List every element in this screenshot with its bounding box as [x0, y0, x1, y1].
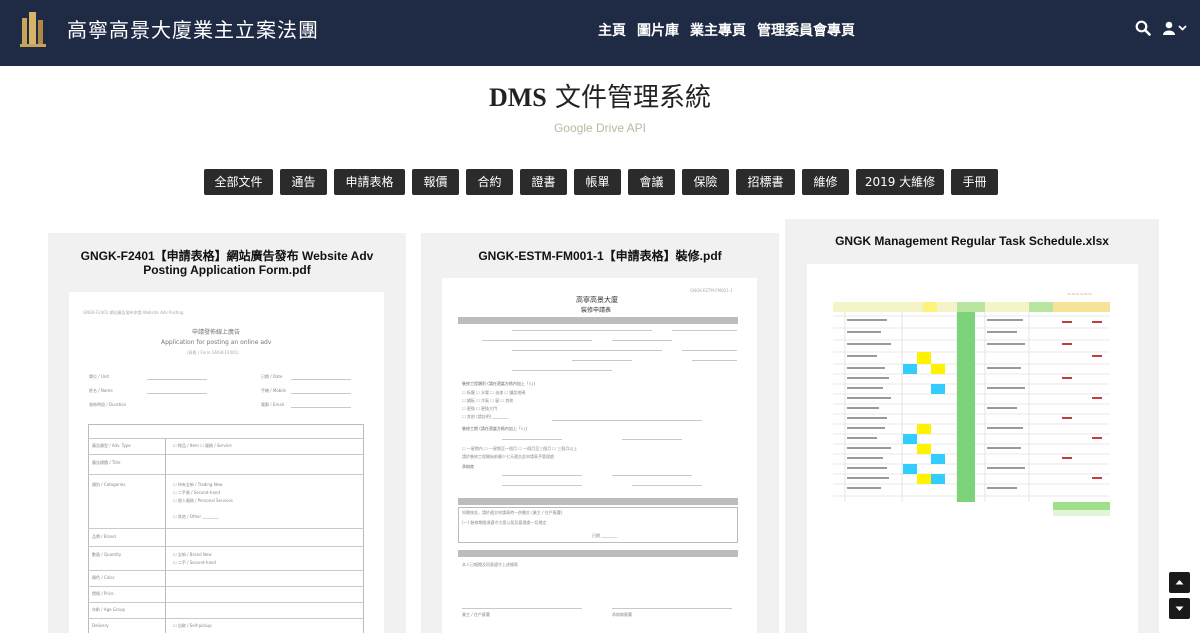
- building-logo-icon[interactable]: [18, 10, 48, 48]
- chevron-down-icon: [1178, 25, 1187, 31]
- category-button-meetings[interactable]: 會議: [628, 169, 675, 195]
- category-button-repairs[interactable]: 維修: [802, 169, 849, 195]
- scroll-down-button[interactable]: [1169, 598, 1190, 619]
- spreadsheet-preview: ~~~~~~: [833, 292, 1110, 516]
- main-nav: 主頁 圖片庫 業主專頁 管理委員會專頁: [598, 20, 855, 40]
- preview-row-label: 價格 / Price: [92, 591, 114, 596]
- document-preview[interactable]: GNGK-ESTM-FM001-1 高寧高景大廈 裝修申請表 裝修工程類別 (請…: [442, 278, 757, 633]
- scroll-up-button[interactable]: [1169, 572, 1190, 593]
- search-icon[interactable]: [1135, 20, 1151, 36]
- document-card[interactable]: GNGK Management Regular Task Schedule.xl…: [785, 219, 1159, 633]
- preview-row-label: 品牌 / Brand: [92, 534, 116, 539]
- preview-field: 單位 / Unit: [89, 374, 110, 379]
- document-preview[interactable]: ~~~~~~: [807, 264, 1138, 633]
- category-button-bills[interactable]: 帳單: [574, 169, 621, 195]
- preview-row-label: 數量 / Quantity: [92, 552, 122, 557]
- site-title[interactable]: 高寧高景大廈業主立案法團: [67, 14, 319, 43]
- category-button-notices[interactable]: 通告: [280, 169, 327, 195]
- top-navbar: 高寧高景大廈業主立案法團 主頁 圖片庫 業主專頁 管理委員會專頁: [0, 0, 1200, 66]
- category-filter-bar: 全部文件 通告 申請表格 報價 合約 證書 帳單 會議 保險 招標書 維修 20…: [204, 169, 998, 195]
- preview-row-label: 顏色 / Color: [92, 575, 115, 580]
- page-title: DMS 文件管理系統: [0, 77, 1200, 114]
- document-title[interactable]: GNGK-ESTM-FM001-1【申請表格】裝修.pdf: [421, 249, 779, 263]
- document-preview[interactable]: GNGK-F2401 網站廣告發布申請 Website Adv Posting …: [69, 292, 384, 633]
- preview-field: 姓名 / Name: [89, 388, 113, 393]
- nav-gallery[interactable]: 圖片庫: [637, 20, 679, 40]
- nav-home[interactable]: 主頁: [598, 20, 626, 40]
- arrow-up-icon: [1175, 580, 1184, 585]
- preview-heading: 高寧高景大廈: [576, 296, 618, 304]
- arrow-down-icon: [1175, 606, 1184, 611]
- preview-field: 電郵 / Email: [261, 402, 284, 407]
- header-icons: [1135, 20, 1187, 36]
- preview-field: 手機 / Mobile: [261, 388, 287, 393]
- svg-text:~~~~~~: ~~~~~~: [1067, 292, 1092, 298]
- preview-heading-en: Application for posting an online adv: [161, 339, 272, 346]
- document-card[interactable]: GNGK-ESTM-FM001-1【申請表格】裝修.pdf GNGK-ESTM-…: [421, 233, 779, 633]
- category-button-forms[interactable]: 申請表格: [334, 169, 405, 195]
- preview-subheading: 裝修申請表: [581, 307, 612, 314]
- category-button-insurance[interactable]: 保險: [682, 169, 729, 195]
- category-button-all[interactable]: 全部文件: [204, 169, 273, 195]
- preview-row-label: Delivery: [92, 623, 109, 628]
- document-title[interactable]: GNGK-F2401【申請表格】網站廣告發布 Website Adv Posti…: [48, 249, 406, 277]
- preview-field: 日期 / Date: [261, 374, 283, 379]
- category-button-certificates[interactable]: 證書: [520, 169, 567, 195]
- preview-row-label: 廣告類型 / Adv. Type: [92, 443, 131, 448]
- preview-row-label: 年齡 / Age Group: [92, 607, 126, 612]
- nav-owners[interactable]: 業主專頁: [690, 20, 746, 40]
- preview-row-label: 廣告標題 / Title: [92, 460, 121, 465]
- preview-heading-cn: 申請發佈線上廣告: [192, 329, 241, 336]
- document-card[interactable]: GNGK-F2401【申請表格】網站廣告發布 Website Adv Posti…: [48, 233, 406, 633]
- user-menu[interactable]: [1163, 21, 1187, 35]
- user-icon: [1163, 21, 1175, 35]
- document-title[interactable]: GNGK Management Regular Task Schedule.xl…: [785, 234, 1159, 248]
- page-title-bold: DMS: [488, 83, 547, 112]
- nav-committee[interactable]: 管理委員會專頁: [757, 20, 855, 40]
- category-button-contracts[interactable]: 合約: [466, 169, 513, 195]
- preview-field: 發佈時段 / Duration: [89, 402, 127, 407]
- page-title-rest: 文件管理系統: [546, 83, 712, 113]
- category-button-quotes[interactable]: 報價: [412, 169, 459, 195]
- category-button-tenders[interactable]: 招標書: [736, 169, 795, 195]
- page-subtitle: Google Drive API: [553, 121, 647, 135]
- preview-row-label: 類別 / Categories: [92, 482, 126, 487]
- category-button-2019-repairs[interactable]: 2019 大維修: [856, 169, 944, 195]
- category-button-manuals[interactable]: 手冊: [951, 169, 998, 195]
